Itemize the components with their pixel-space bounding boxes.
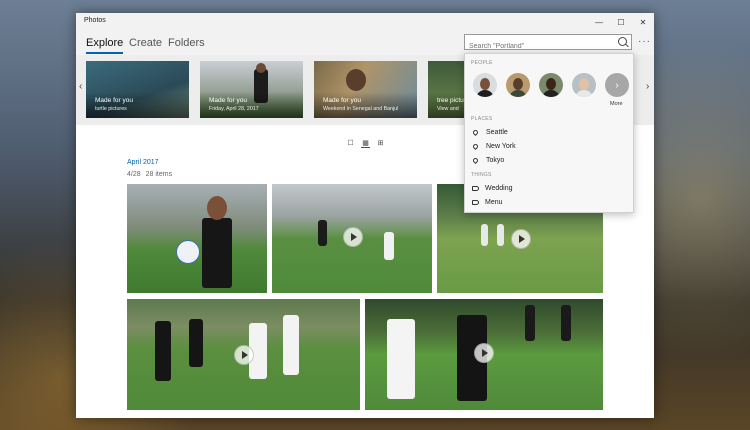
card-subtitle: Weekend in Senegal and Banjul (323, 106, 399, 112)
thing-item-wedding[interactable]: Wedding (471, 182, 513, 194)
card-title: Made for you (95, 97, 133, 104)
grid-view-icon[interactable]: ▦ (361, 138, 370, 148)
tab-create[interactable]: Create (129, 37, 162, 49)
video-thumbnail[interactable] (127, 299, 360, 410)
card-title: Made for you (323, 97, 361, 104)
face-shape (579, 78, 589, 90)
body-shape (476, 90, 494, 97)
view-toggles: ☐ ▦ ⊞ (346, 138, 385, 148)
title-bar: Photos — ☐ ✕ (76, 13, 654, 31)
minimize-button[interactable]: — (588, 13, 610, 31)
place-item-new-york[interactable]: New York (471, 140, 516, 152)
place-label: Tokyo (486, 156, 505, 164)
video-thumbnail[interactable] (272, 184, 432, 293)
player-figure (497, 224, 504, 246)
album-card[interactable]: Made for you turtle pictures (86, 61, 189, 118)
card-shade (86, 92, 189, 118)
single-view-icon[interactable]: ☐ (346, 138, 355, 147)
album-card[interactable]: Made for you Weekend in Senegal and Banj… (314, 61, 417, 118)
face-shape (513, 78, 523, 90)
caption-buttons: — ☐ ✕ (588, 13, 654, 31)
player-figure (189, 319, 203, 367)
player-figure (387, 319, 415, 399)
strip-next-icon[interactable]: › (646, 81, 649, 92)
body-shape (575, 90, 593, 97)
month-heading[interactable]: April 2017 (127, 159, 159, 166)
place-label: Seattle (486, 128, 508, 136)
date-line: 4/28 28 items (127, 171, 172, 178)
place-label: New York (486, 142, 516, 150)
card-subtitle: Friday, April 28, 2017 (209, 106, 259, 112)
player-figure (202, 218, 232, 288)
player-head (256, 63, 266, 73)
maximize-button[interactable]: ☐ (610, 13, 632, 31)
card-title: Made for you (209, 97, 247, 104)
person-figure (346, 69, 366, 91)
player-figure (525, 305, 535, 341)
more-people-label: More (610, 101, 623, 107)
face-shape (546, 78, 556, 90)
player-figure (561, 305, 571, 341)
search-box[interactable] (464, 34, 632, 53)
player-figure (481, 224, 488, 246)
thing-label: Menu (485, 198, 503, 206)
small-grid-view-icon[interactable]: ⊞ (376, 138, 385, 147)
card-subtitle: View and (437, 106, 459, 112)
card-shade (314, 92, 417, 118)
person-avatar[interactable] (473, 73, 497, 97)
body-shape (542, 90, 560, 97)
player-figure (155, 321, 171, 381)
play-icon[interactable] (343, 227, 363, 247)
search-input[interactable] (469, 40, 609, 53)
map-pin-icon (471, 156, 480, 164)
things-header: THINGS (471, 172, 492, 178)
album-card[interactable]: Made for you Friday, April 28, 2017 (200, 61, 303, 118)
card-shade (428, 92, 464, 118)
tag-icon (472, 199, 479, 205)
people-header: PEOPLE (471, 60, 493, 66)
search-icon[interactable] (618, 37, 627, 46)
more-options-icon[interactable]: ··· (638, 36, 651, 47)
thing-label: Wedding (485, 184, 513, 192)
places-header: PLACES (471, 116, 493, 122)
photo-image (127, 184, 267, 293)
play-icon[interactable] (511, 229, 531, 249)
tag-icon (472, 185, 479, 191)
window-title: Photos (84, 17, 106, 24)
face-shape (480, 78, 490, 90)
play-icon[interactable] (474, 343, 494, 363)
card-title: tree pictu (437, 97, 464, 104)
map-pin-icon (471, 128, 480, 136)
strip-prev-icon[interactable]: ‹ (79, 81, 82, 92)
place-item-seattle[interactable]: Seattle (471, 126, 508, 138)
video-thumbnail[interactable] (365, 299, 603, 410)
item-count: 28 items (145, 171, 173, 178)
soccer-ball (176, 240, 200, 264)
more-people-button[interactable]: › (605, 73, 629, 97)
card-subtitle: turtle pictures (95, 106, 127, 112)
person-avatar[interactable] (539, 73, 563, 97)
person-avatar[interactable] (572, 73, 596, 97)
thing-item-menu[interactable]: Menu (471, 196, 503, 208)
close-button[interactable]: ✕ (632, 13, 654, 31)
photo-thumbnail[interactable] (127, 184, 267, 293)
play-icon[interactable] (234, 345, 254, 365)
photos-window: Photos — ☐ ✕ Explore Create Folders ··· … (76, 13, 654, 418)
album-card[interactable]: tree pictu View and (428, 61, 464, 118)
date-label: 4/28 (127, 171, 141, 178)
body-shape (509, 90, 527, 97)
place-item-tokyo[interactable]: Tokyo (471, 154, 504, 166)
person-avatar[interactable] (506, 73, 530, 97)
tab-explore[interactable]: Explore (86, 37, 124, 54)
player-figure (283, 315, 299, 375)
map-pin-icon (471, 142, 480, 150)
card-shade (200, 92, 303, 118)
player-figure (384, 232, 394, 260)
player-figure (318, 220, 327, 246)
tab-folders[interactable]: Folders (168, 37, 205, 49)
search-suggestions-dropdown: PEOPLE › More PLACES Seattle New York To… (464, 53, 634, 213)
player-head (207, 196, 227, 220)
